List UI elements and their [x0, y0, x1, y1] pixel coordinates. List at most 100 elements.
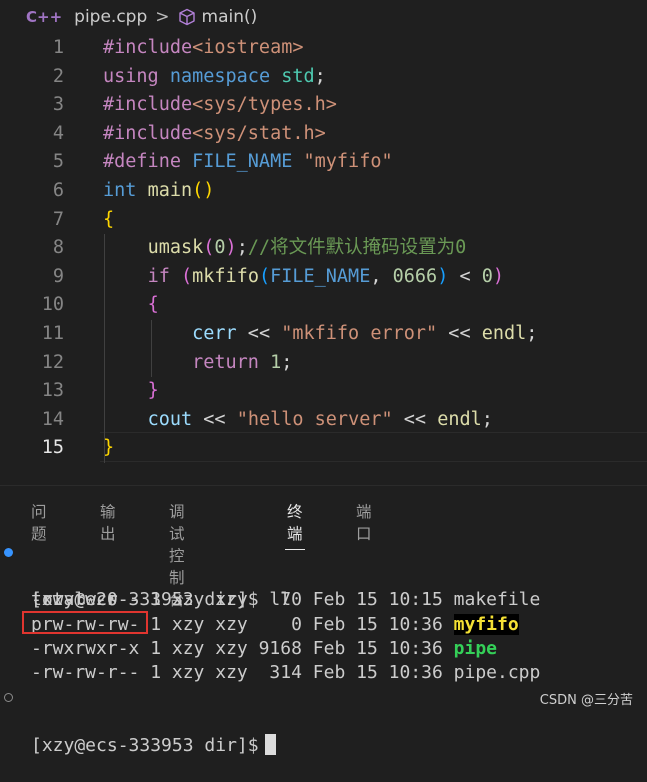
code-token: ;	[526, 322, 538, 344]
file-permissions: -rw-rw-r--	[31, 661, 140, 683]
line-number: 12	[41, 351, 64, 373]
code-token: (	[258, 265, 271, 287]
code-token: ;	[236, 237, 248, 259]
tab-output[interactable]: 输出	[100, 500, 116, 544]
code-line[interactable]: 4 #include<sys/stat.h>	[0, 120, 647, 149]
line-number: 13	[41, 380, 64, 402]
code-text: #include<iostream>	[103, 34, 304, 63]
tab-terminal[interactable]: 终端	[285, 500, 304, 550]
code-token: #include	[103, 94, 193, 116]
file-permissions: -rwxrwxr-x	[31, 637, 140, 659]
code-token: endl	[481, 322, 527, 344]
code-token: {	[147, 294, 159, 316]
cpp-file-icon: C++	[26, 8, 63, 26]
code-line[interactable]: 3 #include<sys/types.h>	[0, 91, 647, 120]
code-text: {	[103, 206, 114, 235]
tab-problems[interactable]: 问题	[31, 500, 47, 544]
code-token: }	[103, 437, 115, 459]
terminal[interactable]: [xzy@ecs-333953 dir]$ ll total 20 -rw-rw…	[0, 540, 647, 756]
code-text: }	[103, 377, 159, 406]
code-token: cout	[147, 408, 193, 430]
tab-ports[interactable]: 端口	[356, 500, 372, 544]
code-editor[interactable]: 1 #include<iostream> 2 using namespace std;…	[0, 34, 647, 474]
code-line[interactable]: 5 #define FILE_NAME "myfifo"	[0, 148, 647, 177]
code-text: cout << "hello server" << endl;	[103, 406, 493, 435]
code-token: FILE_NAME	[270, 265, 371, 287]
code-text: #include<sys/stat.h>	[103, 120, 326, 149]
code-token: }	[147, 380, 159, 402]
file-name: myfifo	[453, 613, 519, 635]
code-line[interactable]: 13 }	[0, 377, 647, 406]
code-token: main	[147, 179, 193, 201]
code-token: ,	[370, 265, 393, 287]
code-token: ;	[314, 65, 326, 87]
command-pending-dot-icon[interactable]	[4, 693, 13, 703]
command-success-dot-icon[interactable]	[4, 548, 13, 557]
file-name: pipe.cpp	[453, 661, 541, 683]
code-token: int	[103, 179, 137, 201]
code-token: endl	[437, 408, 482, 430]
code-text: return 1;	[103, 349, 292, 378]
code-line[interactable]: 6 int main()	[0, 177, 647, 206]
terminal-line: [xzy@ecs-333953 dir]$ ll	[0, 540, 647, 610]
code-token: #include	[103, 122, 193, 144]
code-token: return	[192, 351, 259, 373]
line-number: 9	[52, 265, 64, 287]
line-number: 3	[52, 94, 64, 116]
code-token: 1	[270, 351, 282, 373]
code-token: namespace	[169, 65, 271, 87]
file-permissions: -rw-rw-r--	[31, 589, 140, 611]
file-entry: -rw-rw-r-- 1 xzy xzy 314 Feb 15 10:36 pi…	[0, 661, 647, 685]
breadcrumb: C++ pipe.cpp > main()	[0, 0, 647, 34]
code-line[interactable]: 11 cerr << "mkfifo error" << endl;	[0, 320, 647, 349]
code-line[interactable]: 7{	[0, 206, 647, 235]
code-token: )	[225, 237, 237, 259]
code-line[interactable]: 2 using namespace std;	[0, 63, 647, 92]
code-line[interactable]: 15}	[0, 434, 647, 463]
line-number: 8	[52, 237, 64, 259]
code-token: ;	[281, 351, 293, 373]
code-text: int main()	[103, 177, 214, 206]
code-line[interactable]: 14 cout << "hello server" << endl;	[0, 406, 647, 435]
code-token: <	[448, 265, 482, 287]
code-line[interactable]: 9 if (mkfifo(FILE_NAME, 0666) < 0)	[0, 263, 647, 292]
code-line[interactable]: 12 return 1;	[0, 349, 647, 378]
breadcrumb-file[interactable]: pipe.cpp	[74, 7, 147, 27]
ls-output: -rw-rw-r-- 1 xzy xzy 70 Feb 15 10:15 mak…	[0, 588, 647, 685]
breadcrumb-symbol[interactable]: main()	[202, 7, 258, 27]
code-token: 0	[481, 265, 493, 287]
terminal-cursor	[264, 733, 276, 755]
code-token: (	[203, 237, 215, 259]
code-text: #define FILE_NAME "myfifo"	[103, 148, 393, 177]
code-token: #define	[103, 151, 181, 173]
code-token: <<	[236, 322, 282, 344]
file-entry: prw-rw-rw- 1 xzy xzy 0 Feb 15 10:36 myfi…	[0, 610, 647, 637]
code-line[interactable]: 8 umask(0);//将文件默认掩码设置为0	[0, 234, 647, 263]
code-token: <<	[437, 322, 482, 344]
chevron-right-icon: >	[155, 7, 170, 27]
code-token: mkfifo	[192, 265, 259, 287]
code-token: if	[147, 265, 170, 287]
file-details: 1 xzy xzy 70 Feb 15 10:15	[139, 589, 454, 611]
line-number: 1	[52, 37, 64, 58]
code-text: cerr << "mkfifo error" << endl;	[103, 320, 537, 349]
file-details: 1 xzy xzy 9168 Feb 15 10:36	[139, 637, 454, 659]
terminal-line: total 20	[31, 589, 118, 611]
line-number: 2	[52, 65, 64, 87]
code-line[interactable]: 10 {	[0, 291, 647, 320]
code-token: FILE_NAME	[192, 151, 293, 173]
code-line[interactable]: 1 #include<iostream>	[0, 34, 647, 63]
line-number: 11	[41, 322, 64, 344]
file-details: 1 xzy xzy 0 Feb 15 10:36	[139, 613, 454, 635]
code-token: <sys/types.h>	[192, 94, 337, 116]
